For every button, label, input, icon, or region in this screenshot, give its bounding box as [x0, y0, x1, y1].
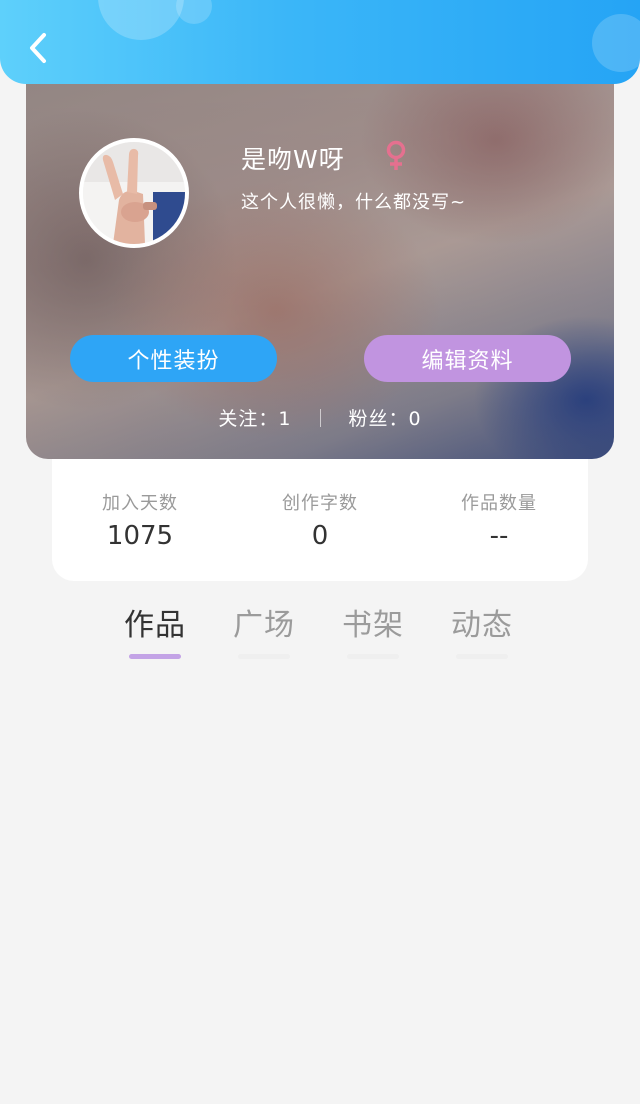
profile-card	[26, 60, 614, 459]
followers-count[interactable]: 粉丝：0	[349, 404, 422, 431]
username: 是吻W呀	[241, 145, 345, 174]
tab-label: 作品	[124, 608, 186, 643]
top-bar	[0, 0, 640, 84]
tab-label: 广场	[233, 608, 295, 643]
stat-days-joined: 加入天数 1075	[50, 489, 230, 551]
stats-card: 加入天数 1075 创作字数 0 作品数量 --	[52, 459, 588, 581]
stat-label: 加入天数	[102, 493, 178, 514]
stat-value: 1075	[106, 521, 174, 551]
avatar-photo	[83, 142, 185, 244]
tab-indicator	[129, 654, 181, 659]
stat-value: 0	[311, 521, 329, 551]
tab-square[interactable]: 广场	[209, 600, 319, 659]
tab-indicator	[238, 654, 290, 659]
tab-indicator	[347, 654, 399, 659]
tab-label: 书架	[342, 608, 404, 643]
following-count[interactable]: 关注：1	[218, 404, 291, 431]
decorative-bubble	[176, 0, 212, 24]
tab-label: 动态	[451, 608, 513, 643]
divider	[319, 408, 321, 427]
chevron-left-icon	[30, 33, 46, 63]
tab-works[interactable]: 作品	[100, 600, 210, 659]
decorative-bubble	[98, 0, 184, 40]
stat-works-count: 作品数量 --	[409, 489, 589, 551]
avatar[interactable]	[79, 138, 189, 248]
tab-bookshelf[interactable]: 书架	[318, 600, 428, 659]
decorative-bubble	[592, 14, 640, 72]
stat-label: 创作字数	[282, 493, 358, 514]
edit-profile-button[interactable]: 编辑资料	[364, 335, 571, 382]
stat-value: --	[489, 521, 509, 551]
tab-indicator	[456, 654, 508, 659]
stat-words-written: 创作字数 0	[230, 489, 410, 551]
back-button[interactable]	[20, 28, 56, 68]
bio-text: 这个人很懒，什么都没写~	[241, 192, 467, 213]
follow-stats: 关注：1 粉丝：0	[26, 404, 614, 431]
content-tabs: 作品 广场 书架 动态	[100, 600, 540, 660]
female-icon	[386, 140, 406, 170]
tab-activity[interactable]: 动态	[427, 600, 537, 659]
stat-label: 作品数量	[461, 493, 537, 514]
dress-up-button[interactable]: 个性装扮	[70, 335, 277, 382]
profile-screen: 是吻W呀 这个人很懒，什么都没写~ 个性装扮 编辑资料 关注：1 粉丝：0 加入…	[0, 0, 640, 1104]
